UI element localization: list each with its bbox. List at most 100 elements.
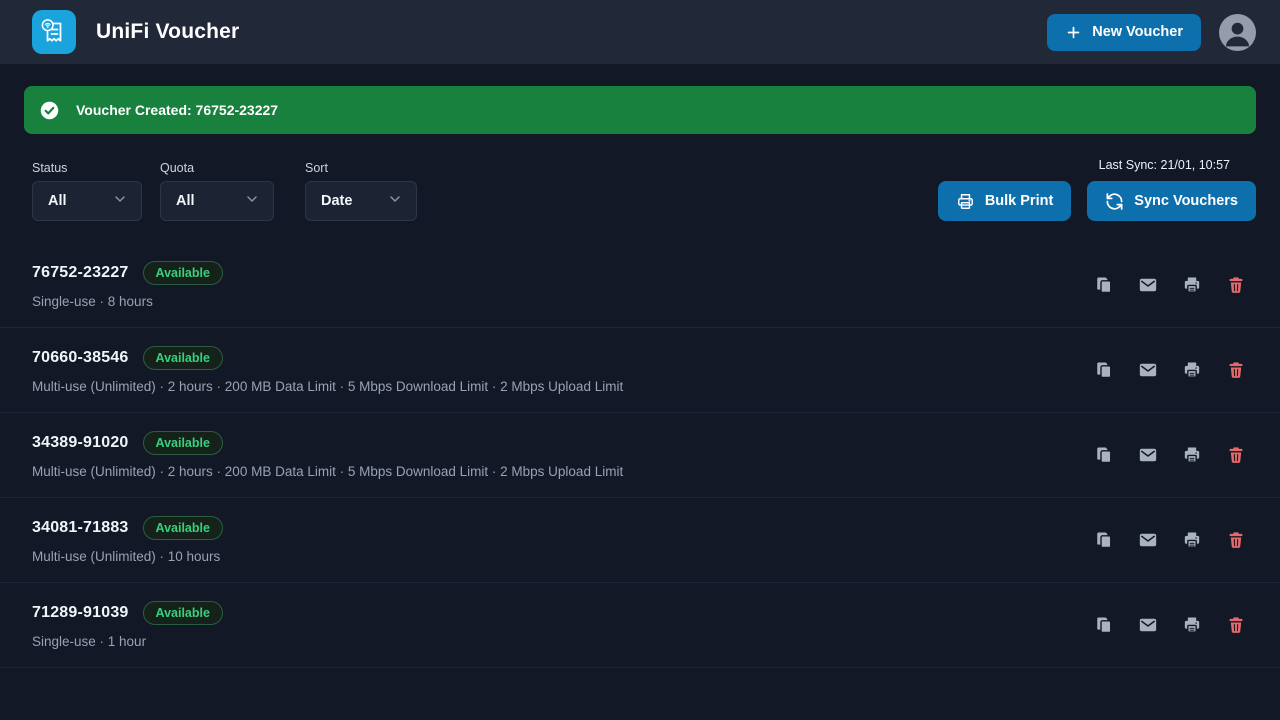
sort-filter-value: Date: [321, 193, 352, 209]
voucher-code: 34389-91020: [32, 434, 129, 452]
filter-buttons: Bulk Print Sync Vouchers: [938, 181, 1256, 221]
filter-group-sort: Sort Date: [305, 161, 417, 221]
print-voucher-button[interactable]: [1182, 530, 1202, 550]
printer-icon: [1182, 615, 1202, 635]
voucher-details: Multi-use (Unlimited) · 2 hours · 200 MB…: [32, 379, 623, 394]
email-voucher-button[interactable]: [1138, 360, 1158, 380]
mail-icon: [1138, 360, 1158, 380]
delete-voucher-button[interactable]: [1226, 530, 1246, 550]
check-circle-icon: [39, 100, 60, 121]
trash-icon: [1226, 445, 1246, 465]
print-voucher-button[interactable]: [1182, 275, 1202, 295]
last-sync-text: Last Sync: 21/01, 10:57: [1099, 158, 1230, 172]
delete-voucher-button[interactable]: [1226, 360, 1246, 380]
filter-right: Last Sync: 21/01, 10:57 Bulk Print: [938, 158, 1256, 221]
mail-icon: [1138, 615, 1158, 635]
voucher-actions: [1094, 615, 1246, 635]
voucher-row: 71289-91039 Available Single-use · 1 hou…: [0, 583, 1280, 668]
copy-voucher-button[interactable]: [1094, 615, 1114, 635]
chevron-down-icon: [244, 191, 260, 211]
copy-voucher-button[interactable]: [1094, 360, 1114, 380]
voucher-info: 34081-71883 Available Multi-use (Unlimit…: [32, 516, 223, 564]
email-voucher-button[interactable]: [1138, 615, 1158, 635]
printer-icon: [956, 192, 975, 211]
voucher-code: 34081-71883: [32, 519, 129, 537]
status-badge: Available: [143, 601, 223, 625]
new-voucher-button[interactable]: New Voucher: [1047, 14, 1201, 51]
copy-icon: [1094, 360, 1114, 380]
sync-icon: [1105, 192, 1124, 211]
voucher-details: Multi-use (Unlimited) · 10 hours: [32, 549, 223, 564]
voucher-list: 76752-23227 Available Single-use · 8 hou…: [0, 243, 1280, 668]
bulk-print-label: Bulk Print: [985, 193, 1053, 209]
voucher-row: 34389-91020 Available Multi-use (Unlimit…: [0, 413, 1280, 498]
printer-icon: [1182, 530, 1202, 550]
voucher-actions: [1094, 360, 1246, 380]
delete-voucher-button[interactable]: [1226, 615, 1246, 635]
page-title: UniFi Voucher: [96, 20, 239, 44]
delete-voucher-button[interactable]: [1226, 445, 1246, 465]
plus-icon: [1065, 24, 1082, 41]
voucher-info: 71289-91039 Available Single-use · 1 hou…: [32, 601, 223, 649]
voucher-info: 70660-38546 Available Multi-use (Unlimit…: [32, 346, 623, 394]
status-filter-label: Status: [32, 161, 142, 175]
sort-filter-select[interactable]: Date: [305, 181, 417, 221]
voucher-actions: [1094, 445, 1246, 465]
print-voucher-button[interactable]: [1182, 615, 1202, 635]
sync-vouchers-button[interactable]: Sync Vouchers: [1087, 181, 1256, 221]
voucher-code: 70660-38546: [32, 349, 129, 367]
quota-filter-select[interactable]: All: [160, 181, 274, 221]
app-header: UniFi Voucher New Voucher: [0, 0, 1280, 64]
email-voucher-button[interactable]: [1138, 445, 1158, 465]
voucher-actions: [1094, 275, 1246, 295]
new-voucher-label: New Voucher: [1092, 24, 1183, 40]
voucher-info: 76752-23227 Available Single-use · 8 hou…: [32, 261, 223, 309]
copy-voucher-button[interactable]: [1094, 530, 1114, 550]
print-voucher-button[interactable]: [1182, 445, 1202, 465]
filter-bar: Status All Quota All Sort Date Last Sync…: [0, 158, 1280, 221]
filter-group-quota: Quota All: [160, 161, 274, 221]
success-banner: Voucher Created: 76752-23227: [24, 86, 1256, 134]
bulk-print-button[interactable]: Bulk Print: [938, 181, 1071, 221]
printer-icon: [1182, 445, 1202, 465]
status-badge: Available: [143, 346, 223, 370]
mail-icon: [1138, 275, 1158, 295]
filter-group-status: Status All: [32, 161, 142, 221]
voucher-details: Single-use · 8 hours: [32, 294, 223, 309]
copy-icon: [1094, 445, 1114, 465]
voucher-info: 34389-91020 Available Multi-use (Unlimit…: [32, 431, 623, 479]
voucher-details: Single-use · 1 hour: [32, 634, 223, 649]
email-voucher-button[interactable]: [1138, 275, 1158, 295]
trash-icon: [1226, 275, 1246, 295]
voucher-row: 76752-23227 Available Single-use · 8 hou…: [0, 243, 1280, 328]
chevron-down-icon: [387, 191, 403, 211]
quota-filter-value: All: [176, 193, 195, 209]
user-avatar-icon[interactable]: [1219, 14, 1256, 51]
copy-voucher-button[interactable]: [1094, 445, 1114, 465]
status-badge: Available: [143, 431, 223, 455]
voucher-row: 34081-71883 Available Multi-use (Unlimit…: [0, 498, 1280, 583]
sync-vouchers-label: Sync Vouchers: [1134, 193, 1238, 209]
banner-message: Voucher Created: 76752-23227: [76, 102, 278, 118]
status-filter-select[interactable]: All: [32, 181, 142, 221]
voucher-code: 71289-91039: [32, 604, 129, 622]
mail-icon: [1138, 445, 1158, 465]
trash-icon: [1226, 530, 1246, 550]
voucher-actions: [1094, 530, 1246, 550]
voucher-row: 70660-38546 Available Multi-use (Unlimit…: [0, 328, 1280, 413]
mail-icon: [1138, 530, 1158, 550]
printer-icon: [1182, 275, 1202, 295]
print-voucher-button[interactable]: [1182, 360, 1202, 380]
status-filter-value: All: [48, 193, 67, 209]
sort-filter-label: Sort: [305, 161, 417, 175]
voucher-code: 76752-23227: [32, 264, 129, 282]
chevron-down-icon: [112, 191, 128, 211]
status-badge: Available: [143, 261, 223, 285]
copy-icon: [1094, 275, 1114, 295]
copy-icon: [1094, 615, 1114, 635]
copy-icon: [1094, 530, 1114, 550]
copy-voucher-button[interactable]: [1094, 275, 1114, 295]
delete-voucher-button[interactable]: [1226, 275, 1246, 295]
status-badge: Available: [143, 516, 223, 540]
email-voucher-button[interactable]: [1138, 530, 1158, 550]
